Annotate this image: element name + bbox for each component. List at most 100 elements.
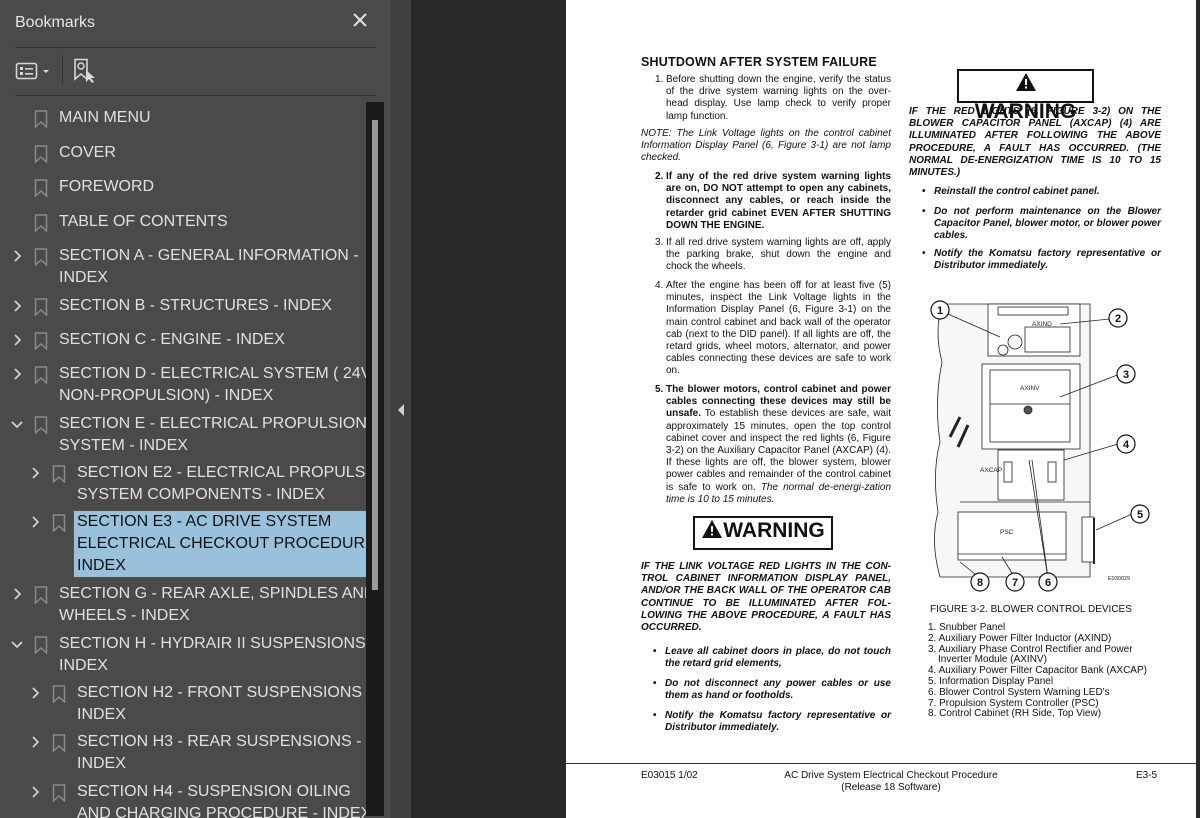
bookmark-icon (52, 685, 66, 704)
bookmark-item[interactable]: SECTION E2 - ELECTRICAL PROPULSION SYSTE… (0, 462, 366, 506)
bookmark-item[interactable]: MAIN MENU (0, 107, 366, 129)
step-4: 4. After the engine has been off for at … (655, 280, 891, 377)
warning-bullet: Do not perform maintenance on the Blower… (922, 206, 1161, 243)
callout-number: 2 (1115, 313, 1121, 325)
warning-bullet: Leave all cabinet doors in place, do not… (653, 646, 891, 670)
chevron-right-icon[interactable] (10, 583, 24, 605)
chevron-right-icon[interactable] (10, 363, 24, 385)
figure-label-axinv: AXINV (1020, 385, 1040, 392)
chevron-right-icon[interactable] (28, 462, 42, 484)
bookmark-label: SECTION H4 - SUSPENSION OILING AND CHARG… (77, 783, 366, 818)
bookmark-label: SECTION H3 - REAR SUSPENSIONS - INDEX (77, 733, 362, 772)
bookmark-item[interactable]: SECTION E - ELECTRICAL PROPULSION SYSTEM… (0, 413, 366, 457)
divider (15, 95, 376, 96)
bookmark-label: SECTION H2 - FRONT SUSPENSIONS - INDEX (77, 684, 363, 723)
warning-text: IF THE RED LIGHTS (6, FIGURE 3-2) ON THE… (909, 106, 1161, 179)
bookmarks-panel: Bookmarks MAIN MENU COVER FOREWORD TABLE OF… (0, 0, 390, 818)
callout-number: 6 (1045, 577, 1051, 589)
chevron-right-icon[interactable] (10, 329, 24, 351)
warning-text: IF THE LINK VOLTAGE RED LIGHTS IN THE CO… (641, 561, 891, 634)
figure-label-axind: AXIND (1032, 321, 1052, 328)
bookmark-icon (34, 248, 48, 267)
options-menu-button[interactable] (15, 59, 55, 83)
toolbar-separator (62, 55, 63, 85)
callout-number: 7 (1012, 577, 1018, 589)
bookmark-item[interactable]: SECTION A - GENERAL INFORMATION - INDEX (0, 245, 366, 289)
bookmark-item[interactable]: SECTION H3 - REAR SUSPENSIONS - INDEX (0, 731, 366, 775)
chevron-right-icon[interactable] (28, 511, 42, 533)
bookmark-label: SECTION E3 - AC DRIVE SYSTEM ELECTRICAL … (73, 510, 366, 578)
close-icon (353, 13, 367, 27)
bookmark-item[interactable]: SECTION C - ENGINE - INDEX (0, 329, 366, 351)
legend-item: 8. Control Cabinet (RH Side, Top View) (928, 708, 1102, 720)
chevron-right-icon[interactable] (28, 682, 42, 704)
bookmark-item[interactable]: SECTION H - HYDRAIR II SUSPENSIONS - IND… (0, 633, 366, 677)
bookmark-label: FOREWORD (59, 178, 155, 195)
bookmark-item[interactable]: SECTION G - REAR AXLE, SPINDLES AND WHEE… (0, 583, 366, 627)
chevron-right-icon[interactable] (28, 731, 42, 753)
bookmark-label: MAIN MENU (59, 109, 151, 126)
scrollbar-thumb[interactable] (372, 120, 378, 590)
bookmark-icon (34, 214, 48, 233)
bookmark-tree: MAIN MENU COVER FOREWORD TABLE OF CONTENTS S… (0, 100, 366, 818)
callout-number: 4 (1123, 439, 1130, 451)
bookmark-label: SECTION A - GENERAL INFORMATION - INDEX (59, 247, 359, 286)
bookmark-label: SECTION B - STRUCTURES - INDEX (59, 297, 332, 314)
bookmark-item[interactable]: FOREWORD (0, 176, 366, 198)
warning-banner: WARNING (957, 69, 1094, 123)
bookmark-icon (34, 145, 48, 164)
bookmark-label: SECTION C - ENGINE - INDEX (59, 331, 285, 348)
find-current-bookmark-button[interactable] (73, 58, 99, 84)
figure-caption: FIGURE 3-2. BLOWER CONTROL DEVICES (930, 604, 1132, 615)
bookmark-icon (34, 179, 48, 198)
bookmark-icon (52, 784, 66, 803)
bookmark-label: COVER (59, 144, 116, 161)
bookmark-item[interactable]: SECTION H2 - FRONT SUSPENSIONS - INDEX (0, 682, 366, 726)
bookmark-item[interactable]: SECTION E3 - AC DRIVE SYSTEM ELECTRICAL … (0, 510, 366, 578)
panel-title: Bookmarks (15, 14, 96, 31)
bookmark-icon (52, 514, 66, 533)
document-page: SHUTDOWN AFTER SYSTEM FAILURE 1. Before … (566, 0, 1196, 818)
bookmark-icon (34, 586, 48, 605)
bookmark-icon (34, 110, 48, 129)
bookmark-icon (34, 366, 48, 385)
figure-code: E030029 (1108, 576, 1130, 582)
warning-bullet: Do not disconnect any power cables or us… (653, 678, 891, 702)
legend-item: 2. Auxiliary Power Filter Inductor (AXIN… (928, 632, 1112, 644)
find-current-bookmark-icon (74, 58, 95, 83)
bookmark-item[interactable]: COVER (0, 142, 366, 164)
chevron-right-icon[interactable] (28, 781, 42, 803)
viewer-edge (1196, 0, 1200, 818)
divider (15, 47, 376, 48)
bookmark-label: SECTION E2 - ELECTRICAL PROPULSION SYSTE… (77, 464, 366, 503)
bookmark-icon (34, 636, 48, 655)
chevron-right-icon[interactable] (10, 295, 24, 317)
list-options-icon (15, 62, 49, 80)
bookmark-item[interactable]: SECTION D - ELECTRICAL SYSTEM ( 24VDC NO… (0, 363, 366, 407)
blower-control-devices-figure: AXIND AXINV AXCAP PSC E030029 1 2 3 4 5 6 7 8 (930, 300, 1150, 592)
figure-label-psc: PSC (1000, 529, 1014, 536)
callout-number: 1 (937, 305, 943, 317)
bookmark-icon (34, 332, 48, 351)
chevron-down-icon[interactable] (10, 413, 24, 435)
chevron-right-icon[interactable] (10, 245, 24, 267)
chevron-down-icon[interactable] (10, 633, 24, 655)
collapse-panel-button[interactable] (396, 402, 406, 418)
bookmark-label: SECTION E - ELECTRICAL PROPULSION SYSTEM… (59, 415, 366, 454)
footer-rule (566, 763, 1196, 764)
bookmark-item[interactable]: SECTION H4 - SUSPENSION OILING AND CHARG… (0, 781, 366, 818)
section-heading: SHUTDOWN AFTER SYSTEM FAILURE (641, 55, 877, 69)
bookmark-item[interactable]: SECTION B - STRUCTURES - INDEX (0, 295, 366, 317)
footer-title: AC Drive System Electrical Checkout Proc… (784, 770, 998, 793)
close-panel-button[interactable] (350, 11, 370, 33)
callout-number: 5 (1137, 509, 1143, 521)
bookmark-label: SECTION H - HYDRAIR II SUSPENSIONS - IND… (59, 635, 366, 674)
bookmark-item[interactable]: TABLE OF CONTENTS (0, 211, 366, 233)
bookmark-icon (34, 416, 48, 435)
figure-label-axcap: AXCAP (980, 467, 1002, 474)
step-2: 2. If any of the red drive system warnin… (655, 171, 891, 231)
footer-doc-id: E03015 1/02 (641, 770, 698, 781)
warning-bullet: Notify the Komatsu factory representativ… (653, 710, 891, 734)
warning-bullet: Reinstall the control cabinet panel. (922, 186, 1161, 198)
bookmark-label: SECTION D - ELECTRICAL SYSTEM ( 24VDC NO… (59, 365, 366, 404)
